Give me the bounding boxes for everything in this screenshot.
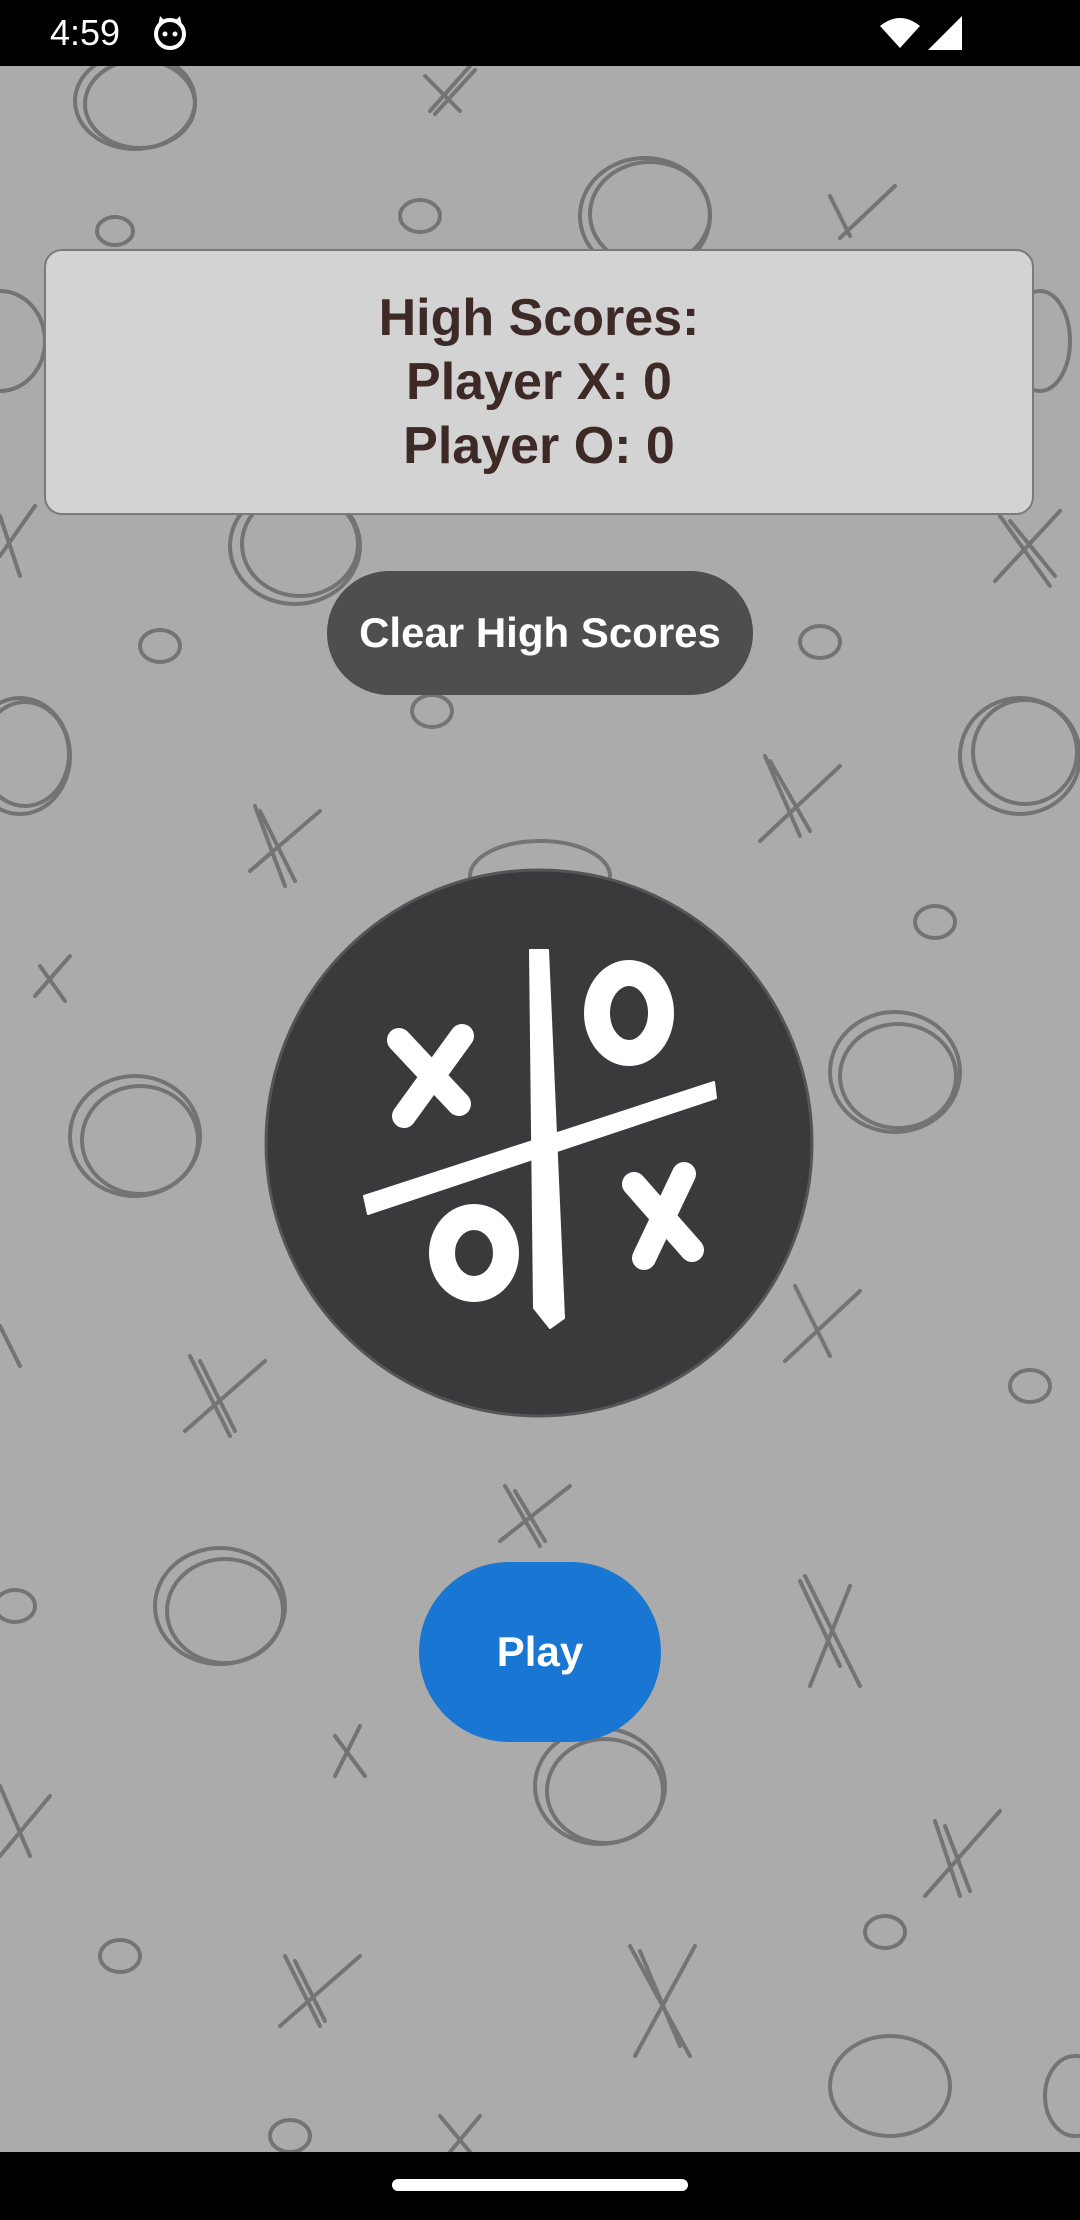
main-screen: High Scores: Player X: 0 Player O: 0 Cle…	[0, 66, 1080, 2152]
clear-high-scores-button[interactable]: Clear High Scores	[327, 571, 753, 695]
status-time: 4:59	[50, 12, 121, 53]
play-button[interactable]: Play	[419, 1562, 661, 1742]
tic-tac-toe-logo-icon	[264, 868, 814, 1418]
player-x-score: Player X: 0	[406, 353, 672, 411]
status-bar: 4:59	[0, 0, 1080, 66]
player-o-score: Player O: 0	[403, 417, 675, 475]
signal-icon	[928, 16, 962, 50]
home-indicator[interactable]	[392, 2179, 688, 2191]
cat-icon	[154, 16, 186, 50]
wifi-icon	[880, 18, 920, 48]
high-scores-card: High Scores: Player X: 0 Player O: 0	[44, 249, 1034, 515]
high-scores-title: High Scores:	[378, 289, 700, 347]
